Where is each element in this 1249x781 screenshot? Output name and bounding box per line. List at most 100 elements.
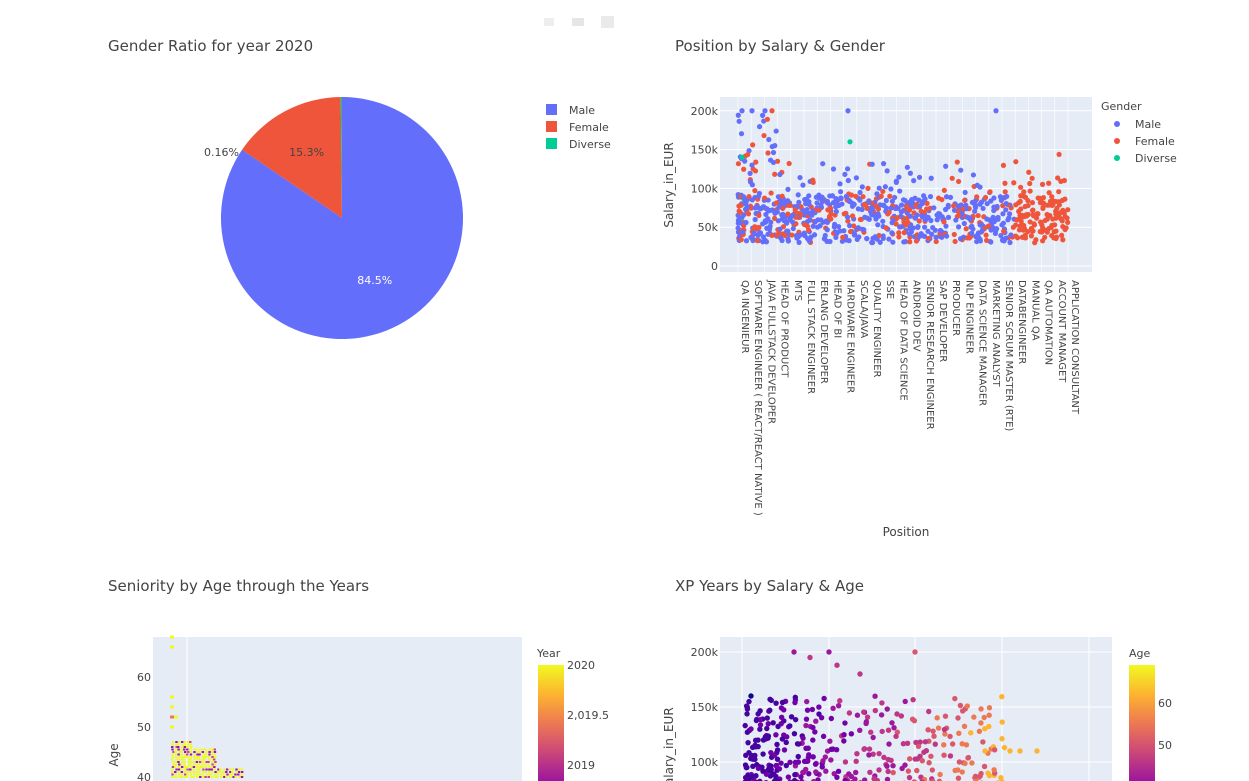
seniority-marker[interactable] [174,751,177,753]
seniority-marker[interactable] [231,768,235,771]
position-point-male[interactable] [777,226,783,232]
seniority-marker[interactable] [192,766,196,768]
position-point-male[interactable] [735,225,741,231]
seniority-marker[interactable] [171,773,174,776]
xp-point[interactable] [941,752,947,758]
position-point-female[interactable] [785,211,791,217]
position-point-female[interactable] [918,208,924,214]
xp-point[interactable] [795,753,801,760]
position-point-male[interactable] [939,214,945,220]
seniority-marker[interactable] [196,776,199,778]
position-point-male[interactable] [958,236,964,242]
xp-point[interactable] [884,763,890,769]
position-point-male[interactable] [768,219,774,225]
xp-point[interactable] [807,654,813,661]
seniority-marker[interactable] [229,776,232,778]
seniority-marker[interactable] [181,756,184,758]
position-point-female[interactable] [1002,189,1008,195]
seniority-marker[interactable] [231,771,234,773]
xp-point[interactable] [923,748,930,754]
xp-point[interactable] [752,742,758,748]
seniority-marker[interactable] [235,771,238,773]
position-point-male[interactable] [823,218,829,224]
position-point-male[interactable] [1008,232,1014,238]
seniority-marker[interactable] [193,753,196,756]
seniority-marker[interactable] [223,768,226,771]
seniority-marker[interactable] [170,705,174,709]
position-point-male[interactable] [964,214,971,220]
seniority-marker[interactable] [235,768,238,771]
position-point-male[interactable] [855,225,862,231]
xp-point[interactable] [853,758,859,765]
xp-point[interactable] [755,737,761,743]
xp-point[interactable] [932,741,938,747]
xp-point[interactable] [801,758,808,765]
xp-point[interactable] [823,768,829,774]
seniority-marker[interactable] [205,751,208,753]
position-point-male[interactable] [790,225,796,232]
xp-point[interactable] [982,726,988,732]
seniority-marker[interactable] [214,761,217,763]
position-point-diverse[interactable] [847,139,853,145]
xp-point[interactable] [861,709,867,715]
seniority-marker[interactable] [171,758,174,761]
position-point-male[interactable] [928,175,934,181]
seniority-marker[interactable] [171,741,174,743]
seniority-marker[interactable] [177,761,180,763]
xp-point[interactable] [884,706,890,712]
seniority-marker[interactable] [170,645,174,649]
seniority-marker[interactable] [195,771,198,773]
seniority-marker[interactable] [183,771,187,773]
seniority-marker[interactable] [208,766,211,768]
position-point-female[interactable] [939,196,945,203]
seniority-marker[interactable] [199,776,202,778]
xp-point[interactable] [812,761,819,767]
position-point-female[interactable] [745,151,751,158]
seniority-marker[interactable] [238,768,241,771]
seniority-marker[interactable] [186,748,189,751]
position-point-female[interactable] [952,238,958,245]
xp-point[interactable] [842,759,849,765]
position-point-female[interactable] [949,175,955,181]
position-point-male[interactable] [804,206,810,213]
pie-legend-swatch-diverse[interactable] [546,138,557,149]
position-point-male[interactable] [898,209,904,215]
xp-point[interactable] [792,699,798,706]
position-point-male[interactable] [888,186,894,192]
position-point-male[interactable] [778,235,784,241]
seniority-marker[interactable] [213,753,216,756]
position-point-female[interactable] [769,232,775,239]
position-point-male[interactable] [842,171,848,177]
position-point-male[interactable] [977,201,983,207]
position-point-female[interactable] [789,232,795,238]
xp-point[interactable] [980,739,986,745]
position-point-male[interactable] [833,208,839,215]
xp-point[interactable] [937,771,943,778]
position-point-male[interactable] [875,222,881,228]
position-point-female[interactable] [761,195,768,201]
position-point-male[interactable] [880,218,886,224]
position-point-male[interactable] [947,194,954,200]
seniority-marker[interactable] [210,753,214,756]
position-legend-marker-male[interactable] [1114,121,1120,127]
xp-point[interactable] [861,746,867,752]
position-point-female[interactable] [741,166,747,172]
position-point-male[interactable] [739,108,745,114]
position-point-female[interactable] [1065,207,1071,213]
xp-point[interactable] [890,763,896,769]
xp-point[interactable] [854,751,860,757]
xp-point[interactable] [748,726,754,732]
seniority-marker[interactable] [177,753,180,756]
seniority-marker[interactable] [186,776,189,778]
seniority-marker[interactable] [172,761,175,763]
position-point-male[interactable] [951,207,958,213]
position-point-male[interactable] [752,205,758,211]
seniority-marker[interactable] [192,763,196,766]
xp-point[interactable] [773,700,779,706]
seniority-marker[interactable] [228,768,232,771]
seniority-marker[interactable] [198,763,201,766]
position-point-male[interactable] [953,217,959,223]
position-point-female[interactable] [1026,169,1032,175]
seniority-marker[interactable] [216,776,219,778]
xp-point[interactable] [822,754,829,760]
